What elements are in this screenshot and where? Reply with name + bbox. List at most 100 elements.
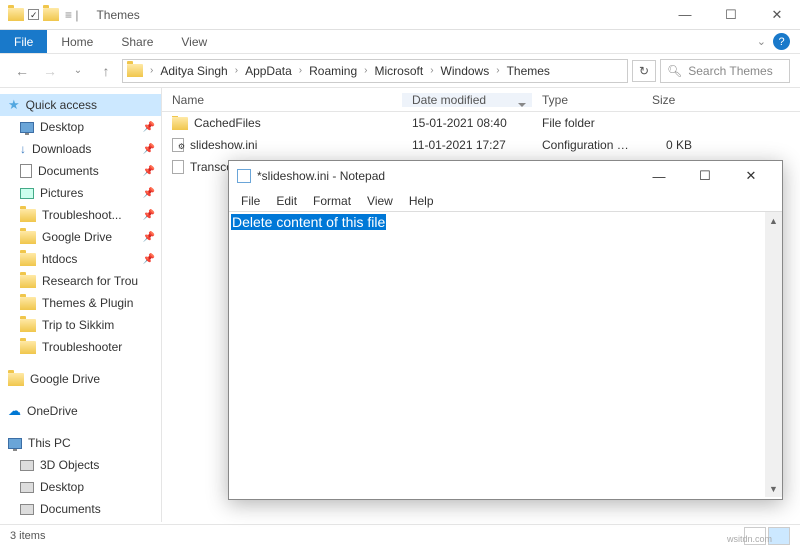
- maximize-button[interactable]: ☐: [708, 0, 754, 30]
- menu-file[interactable]: File: [235, 194, 266, 208]
- tab-view[interactable]: View: [167, 30, 221, 53]
- breadcrumb[interactable]: Themes: [505, 64, 552, 78]
- breadcrumb[interactable]: Microsoft: [373, 64, 426, 78]
- breadcrumb[interactable]: Windows: [439, 64, 492, 78]
- up-button[interactable]: ↑: [94, 59, 118, 83]
- sidebar-item[interactable]: Troubleshoot...📌: [0, 204, 161, 226]
- close-button[interactable]: ✕: [754, 0, 800, 30]
- chevron-icon[interactable]: ›: [493, 65, 502, 76]
- scroll-up-icon[interactable]: ▲: [765, 212, 782, 229]
- file-row[interactable]: CachedFiles 15-01-2021 08:40File folder: [162, 112, 800, 134]
- recent-dropdown[interactable]: ⌄: [66, 59, 90, 83]
- file-type: Configuration setti...: [532, 138, 642, 152]
- search-input[interactable]: 🔍︎ Search Themes: [660, 59, 790, 83]
- address-bar[interactable]: › Aditya Singh› AppData› Roaming› Micros…: [122, 59, 628, 83]
- tab-share[interactable]: Share: [107, 30, 167, 53]
- folder-icon: [8, 8, 24, 21]
- help-icon[interactable]: ?: [773, 33, 790, 50]
- menu-view[interactable]: View: [361, 194, 399, 208]
- sidebar-item[interactable]: Documents 📌: [0, 160, 161, 182]
- notepad-icon: [237, 169, 251, 183]
- sidebar-item[interactable]: 3D Objects: [0, 454, 161, 476]
- folder-icon: [20, 460, 34, 471]
- breadcrumb[interactable]: AppData: [243, 64, 294, 78]
- sidebar-onedrive[interactable]: ☁ OneDrive: [0, 400, 161, 422]
- sidebar-item[interactable]: Trip to Sikkim: [0, 314, 161, 336]
- selected-text: Delete content of this file: [231, 214, 386, 230]
- minimize-button[interactable]: —: [662, 0, 708, 30]
- tab-home[interactable]: Home: [47, 30, 107, 53]
- sidebar-item[interactable]: Pictures📌: [0, 182, 161, 204]
- sidebar-this-pc[interactable]: This PC: [0, 432, 161, 454]
- sidebar-item[interactable]: Themes & Plugin: [0, 292, 161, 314]
- folder-icon: [127, 64, 143, 77]
- sidebar-item-label: htdocs: [42, 252, 77, 266]
- chevron-icon[interactable]: ›: [147, 65, 156, 76]
- config-file-icon: ⚙: [172, 138, 184, 152]
- menu-help[interactable]: Help: [403, 194, 440, 208]
- sidebar-label: This PC: [28, 436, 71, 450]
- folder-icon: [20, 482, 34, 493]
- menu-format[interactable]: Format: [307, 194, 357, 208]
- downloads-icon: ↓: [20, 142, 26, 156]
- sidebar-item[interactable]: Troubleshooter: [0, 336, 161, 358]
- sidebar-item[interactable]: Research for Trou: [0, 270, 161, 292]
- folder-icon: [43, 8, 59, 21]
- pin-icon: 📌: [143, 166, 155, 177]
- file-date: 15-01-2021 08:40: [402, 116, 532, 130]
- refresh-button[interactable]: ↻: [632, 60, 656, 82]
- sidebar-item[interactable]: htdocs📌: [0, 248, 161, 270]
- breadcrumb[interactable]: Aditya Singh: [158, 64, 229, 78]
- sidebar-item-label: Documents: [38, 164, 99, 178]
- chevron-icon[interactable]: ›: [427, 65, 436, 76]
- sidebar-item[interactable]: ↓Downloads📌: [0, 138, 161, 160]
- status-bar: 3 items: [0, 524, 800, 546]
- scroll-down-icon[interactable]: ▼: [765, 480, 782, 497]
- tab-file[interactable]: File: [0, 30, 47, 53]
- nav-bar: ← → ⌄ ↑ › Aditya Singh› AppData› Roaming…: [0, 54, 800, 88]
- file-date: 11-01-2021 17:27: [402, 138, 532, 152]
- sidebar-item-label: Desktop: [40, 120, 84, 134]
- menu-edit[interactable]: Edit: [270, 194, 303, 208]
- col-date[interactable]: Date modified: [402, 93, 532, 107]
- scrollbar[interactable]: ▲ ▼: [765, 212, 782, 497]
- forward-button[interactable]: →: [38, 59, 62, 83]
- chevron-icon[interactable]: ›: [361, 65, 370, 76]
- col-type[interactable]: Type: [532, 93, 642, 107]
- chevron-icon[interactable]: ›: [232, 65, 241, 76]
- folder-icon: [8, 373, 24, 386]
- back-button[interactable]: ←: [10, 59, 34, 83]
- notepad-maximize-button[interactable]: ☐: [682, 161, 728, 191]
- folder-icon: [20, 297, 36, 310]
- notepad-minimize-button[interactable]: —: [636, 161, 682, 191]
- file-size: 0 KB: [642, 138, 702, 152]
- qa-checkbox-icon[interactable]: [28, 9, 39, 20]
- folder-icon: [172, 117, 188, 130]
- sidebar-item[interactable]: Desktop📌: [0, 116, 161, 138]
- file-type: File folder: [532, 116, 642, 130]
- sidebar-item[interactable]: Desktop: [0, 476, 161, 498]
- notepad-close-button[interactable]: ✕: [728, 161, 774, 191]
- file-row[interactable]: ⚙ slideshow.ini 11-01-2021 17:27Configurat…: [162, 134, 800, 156]
- sidebar-item-label: Downloads: [32, 142, 91, 156]
- notepad-title-bar[interactable]: *slideshow.ini - Notepad — ☐ ✕: [229, 161, 782, 191]
- folder-icon: [20, 275, 36, 288]
- file-name: CachedFiles: [194, 116, 261, 130]
- notepad-text-area[interactable]: Delete content of this file ▲ ▼: [229, 211, 782, 497]
- pin-icon: 📌: [143, 188, 155, 199]
- col-name[interactable]: Name: [162, 93, 402, 107]
- sidebar-item[interactable]: Google Drive📌: [0, 226, 161, 248]
- sidebar-item[interactable]: Documents: [0, 498, 161, 520]
- sidebar-item-label: Documents: [40, 502, 101, 516]
- sidebar-google-drive[interactable]: Google Drive: [0, 368, 161, 390]
- col-size[interactable]: Size: [642, 93, 702, 107]
- notepad-window: *slideshow.ini - Notepad — ☐ ✕ File Edit…: [228, 160, 783, 500]
- folder-icon: [20, 319, 36, 332]
- pictures-icon: [20, 188, 34, 199]
- sidebar-quick-access[interactable]: ★ Quick access: [0, 94, 161, 116]
- sidebar-item-label: Troubleshooter: [42, 340, 122, 354]
- breadcrumb[interactable]: Roaming: [307, 64, 359, 78]
- sidebar: ★ Quick access Desktop📌↓Downloads📌Docume…: [0, 88, 162, 522]
- chevron-icon[interactable]: ›: [296, 65, 305, 76]
- file-name: slideshow.ini: [190, 138, 257, 152]
